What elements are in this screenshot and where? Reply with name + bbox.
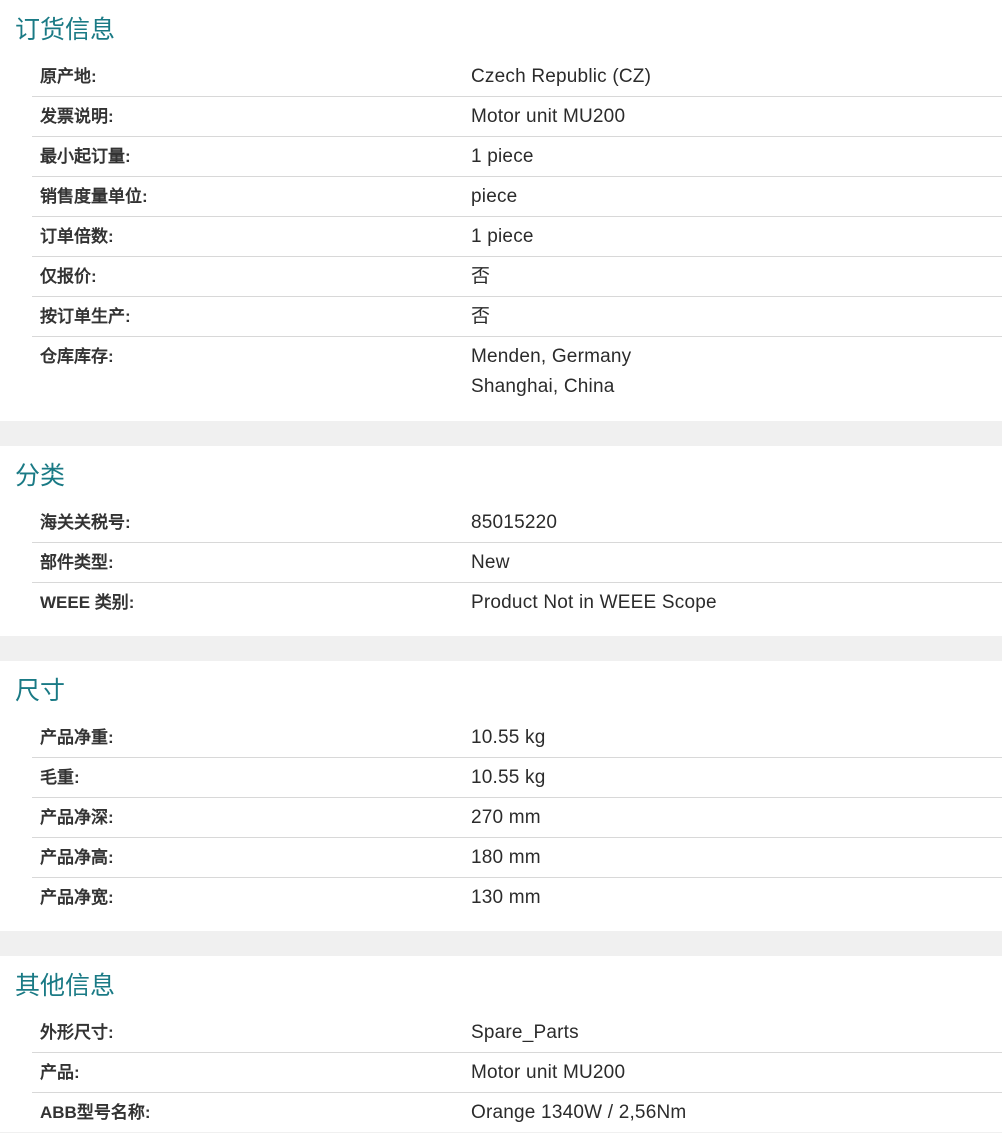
spec-row-invoice-description: 发票说明: Motor unit MU200 <box>32 97 1002 137</box>
spec-value: Motor unit MU200 <box>471 1062 626 1083</box>
spec-label: 按订单生产: <box>40 307 131 326</box>
spec-label: 外形尺寸: <box>40 1023 114 1042</box>
spec-label: 产品净高: <box>40 848 114 867</box>
section-title: 分类 <box>15 462 66 490</box>
spec-row-gross-weight: 毛重: 10.55 kg <box>32 758 1002 798</box>
section-classifications: 分类 海关关税号: 85015220 部件类型: New WEEE 类别: Pr… <box>0 446 1002 636</box>
spec-value: 180 mm <box>471 847 541 868</box>
spec-label: 发票说明: <box>40 107 114 126</box>
spec-value: Shanghai, China <box>471 376 615 397</box>
spec-value: Spare_Parts <box>471 1022 579 1043</box>
spec-label: 产品: <box>40 1063 80 1082</box>
section-ordering-info: 订货信息 原产地: Czech Republic (CZ) 发票说明: Moto… <box>0 0 1002 421</box>
spec-value: 85015220 <box>471 512 558 533</box>
spec-label: 毛重: <box>40 768 80 787</box>
spec-list: 原产地: Czech Republic (CZ) 发票说明: Motor uni… <box>32 57 1002 407</box>
spec-row-frame-size: 外形尺寸: Spare_Parts <box>32 1013 1002 1053</box>
spec-value: 否 <box>471 306 491 327</box>
spec-row-net-height: 产品净高: 180 mm <box>32 838 1002 878</box>
spec-value: New <box>471 552 510 573</box>
spec-label: 产品净宽: <box>40 888 114 907</box>
spec-row-customs-tariff: 海关关税号: 85015220 <box>32 503 1002 543</box>
spec-label: 海关关税号: <box>40 513 131 532</box>
spec-row-part-type: 部件类型: New <box>32 543 1002 583</box>
spec-value: Product Not in WEEE Scope <box>471 592 717 613</box>
spec-value: 否 <box>471 266 491 287</box>
spec-label: 产品净深: <box>40 808 114 827</box>
spec-list: 外形尺寸: Spare_Parts 产品: Motor unit MU200 A… <box>32 1013 1002 1133</box>
spec-label: 仓库库存: <box>40 347 114 366</box>
spec-row-made-to-order: 按订单生产: 否 <box>32 297 1002 337</box>
spec-row-abb-type-designation: ABB型号名称: Orange 1340W / 2,56Nm <box>32 1093 1002 1133</box>
spec-label: 最小起订量: <box>40 147 131 166</box>
spec-value: piece <box>471 186 518 207</box>
spec-list: 产品净重: 10.55 kg 毛重: 10.55 kg 产品净深: 270 mm… <box>32 718 1002 918</box>
spec-label: WEEE 类别: <box>40 593 135 612</box>
spec-label: 订单倍数: <box>40 227 114 246</box>
section-title: 订货信息 <box>15 16 116 44</box>
spec-list: 海关关税号: 85015220 部件类型: New WEEE 类别: Produ… <box>32 503 1002 623</box>
spec-value: 1 piece <box>471 226 534 247</box>
spec-row-stocked-at: 仓库库存: Menden, Germany Shanghai, China <box>32 337 1002 407</box>
section-title: 其他信息 <box>15 972 116 1000</box>
spec-value: 270 mm <box>471 807 541 828</box>
spec-value: 10.55 kg <box>471 727 546 748</box>
spec-row-net-depth: 产品净深: 270 mm <box>32 798 1002 838</box>
spec-label: 部件类型: <box>40 553 114 572</box>
spec-label: ABB型号名称: <box>40 1103 151 1122</box>
spec-label: 产品净重: <box>40 728 114 747</box>
spec-label: 仅报价: <box>40 267 97 286</box>
spec-row-quote-only: 仅报价: 否 <box>32 257 1002 297</box>
spec-row-selling-unit: 销售度量单位: piece <box>32 177 1002 217</box>
spec-row-net-width: 产品净宽: 130 mm <box>32 878 1002 918</box>
section-dimensions: 尺寸 产品净重: 10.55 kg 毛重: 10.55 kg 产品净深: 270… <box>0 661 1002 931</box>
spec-value: 10.55 kg <box>471 767 546 788</box>
section-additional-info: 其他信息 外形尺寸: Spare_Parts 产品: Motor unit MU… <box>0 956 1002 1132</box>
spec-row-country-of-origin: 原产地: Czech Republic (CZ) <box>32 57 1002 97</box>
spec-row-order-multiple: 订单倍数: 1 piece <box>32 217 1002 257</box>
spec-row-minimum-order: 最小起订量: 1 piece <box>32 137 1002 177</box>
spec-row-product: 产品: Motor unit MU200 <box>32 1053 1002 1093</box>
spec-label: 销售度量单位: <box>40 187 148 206</box>
spec-value: 1 piece <box>471 146 534 167</box>
spec-value: Menden, Germany <box>471 346 632 367</box>
spec-value: 130 mm <box>471 887 541 908</box>
section-title: 尺寸 <box>15 677 66 705</box>
spec-row-weee-category: WEEE 类别: Product Not in WEEE Scope <box>32 583 1002 623</box>
spec-row-net-weight: 产品净重: 10.55 kg <box>32 718 1002 758</box>
spec-value: Orange 1340W / 2,56Nm <box>471 1102 687 1123</box>
spec-value: Motor unit MU200 <box>471 106 626 127</box>
spec-label: 原产地: <box>40 67 97 86</box>
spec-value: Czech Republic (CZ) <box>471 66 652 87</box>
